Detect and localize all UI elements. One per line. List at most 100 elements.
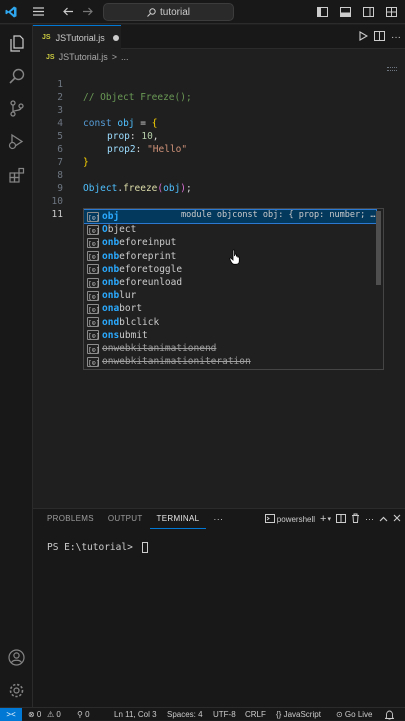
suggestion-item[interactable]: [⊙] onabort — [84, 302, 376, 315]
variable-symbol-icon: [⊙] — [87, 290, 100, 301]
javascript-file-icon: JS — [42, 34, 51, 41]
suggestion-item[interactable]: [⊙] onbeforeunload — [84, 276, 376, 289]
suggestion-rest: eforeinput — [119, 237, 177, 249]
suggestion-label: onbeforeunload — [102, 276, 182, 289]
suggestion-rest: onwebkitanimationiteration — [102, 356, 251, 368]
source-control-icon[interactable] — [0, 92, 33, 125]
suggestion-item[interactable]: [⊙] ondblclick — [84, 316, 376, 329]
run-file-icon[interactable] — [358, 28, 369, 46]
toggle-sidebar-icon[interactable] — [311, 0, 334, 24]
suggestion-match: ons — [102, 329, 120, 341]
suggestion-item[interactable]: [⊙] onbeforeinput — [84, 236, 376, 249]
suggestion-item[interactable]: [⊙] onwebkitanimationend — [84, 342, 376, 355]
toggle-panel-icon[interactable] — [334, 0, 357, 24]
vscode-logo-icon — [0, 0, 22, 24]
code-line: 10 obj.prop = 20; — [33, 182, 405, 220]
terminal-cursor — [141, 542, 148, 553]
breadcrumb-file[interactable]: JSTutorial.js — [59, 52, 108, 62]
accounts-icon[interactable] — [0, 641, 33, 674]
suggestion-match: ond — [102, 316, 120, 328]
code-line: 1 // Object Freeze(); — [33, 65, 405, 103]
suggestion-item[interactable]: [⊙] onblur — [84, 289, 376, 302]
terminal-prompt-line[interactable]: PS E:\tutorial> — [47, 542, 148, 553]
suggestion-item[interactable]: [⊙] onwebkitanimationiteration — [84, 355, 376, 368]
toggle-secondary-sidebar-icon[interactable] — [357, 0, 380, 24]
status-warnings[interactable]: ⚠ 0 — [47, 708, 61, 721]
back-arrow-icon[interactable] — [58, 0, 78, 24]
tab-problems[interactable]: PROBLEMS — [40, 509, 101, 529]
code-line: 8 Object.freeze(obj); — [33, 156, 405, 194]
status-errors[interactable]: ⊗ 0 — [28, 708, 41, 721]
search-text: tutorial — [159, 6, 190, 18]
forward-arrow-icon[interactable] — [78, 0, 98, 24]
manage-gear-icon[interactable] — [0, 674, 33, 707]
suggestion-label: onwebkitanimationend — [102, 342, 216, 355]
breadcrumb-separator: > — [111, 52, 118, 62]
search-icon[interactable] — [0, 59, 33, 92]
explorer-icon[interactable] — [0, 27, 33, 60]
suggestion-detail: module objconst obj: { prop: number; … — [181, 210, 376, 220]
suggestion-label: obj — [102, 210, 119, 223]
suggestion-match: ona — [102, 303, 120, 315]
suggestion-rest: blclick — [119, 316, 160, 328]
terminal-shell-name[interactable]: powershell — [277, 515, 315, 524]
code-line: 7 — [33, 143, 405, 168]
suggestion-label: onbeforeprint — [102, 250, 176, 263]
suggestion-rest: lur — [119, 290, 137, 302]
suggestion-item[interactable]: [⊙] onsubmit — [84, 329, 376, 342]
autocomplete-suggestions[interactable]: [⊙] obj [⊙] Object [⊙] onbeforeinput [⊙] onbefo… — [83, 208, 384, 370]
panel-more-actions-icon[interactable]: ··· — [365, 514, 374, 524]
terminal-prompt: PS E:\tutorial> — [47, 542, 139, 553]
status-go-live[interactable]: ⊙ Go Live — [336, 708, 373, 721]
activity-bar — [0, 25, 33, 707]
suggestion-label: ondblclick — [102, 316, 159, 329]
suggestions-scrollbar[interactable] — [376, 211, 381, 285]
unsaved-dot-icon[interactable] — [112, 34, 119, 41]
customize-layout-icon[interactable] — [380, 0, 403, 24]
status-ports[interactable]: ⚲ 0 — [77, 708, 90, 721]
suggestion-label: Object — [102, 223, 136, 236]
menu-icon[interactable] — [28, 0, 48, 24]
command-center-search[interactable]: tutorial — [103, 3, 234, 21]
status-bar: >< ⊗ 0 ⚠ 0 ⚲ 0 Ln 11, Col 3 Spaces: 4 UT… — [0, 707, 405, 721]
code-line: 3 const obj = { — [33, 91, 405, 129]
tab-terminal[interactable]: TERMINAL — [149, 509, 207, 529]
suggestion-rest: bject — [107, 224, 137, 236]
breadcrumb-rest[interactable]: ... — [121, 52, 129, 62]
tab-output[interactable]: OUTPUT — [101, 509, 150, 529]
new-terminal-icon[interactable]: + — [320, 513, 326, 525]
more-actions-icon[interactable]: ··· — [391, 32, 401, 43]
suggestion-match: obj — [102, 211, 120, 222]
run-debug-icon[interactable] — [0, 125, 33, 158]
code-line: 4 prop: 10, — [33, 104, 405, 142]
suggestion-match: onb — [102, 263, 120, 275]
variable-symbol-icon: [⊙] — [87, 343, 100, 354]
panel-more-icon[interactable]: ··· — [206, 509, 230, 529]
variable-symbol-icon: [⊙] — [87, 264, 100, 275]
tab-jstutorial[interactable]: JS JSTutorial.js — [33, 25, 121, 49]
suggestion-item[interactable]: [⊙] Object — [84, 223, 376, 236]
editor-tab-bar: JS JSTutorial.js ··· — [33, 25, 405, 49]
split-terminal-icon[interactable] — [336, 513, 346, 525]
suggestion-rest: bort — [119, 303, 143, 315]
remote-indicator-icon[interactable]: >< — [0, 708, 22, 721]
status-cursor-position[interactable]: Ln 11, Col 3 — [114, 708, 157, 721]
status-language[interactable]: {} JavaScript — [276, 708, 321, 721]
terminal-dropdown-icon[interactable]: ▾ — [327, 515, 331, 523]
status-indentation[interactable]: Spaces: 4 — [167, 708, 203, 721]
suggestion-label: onbeforetoggle — [102, 263, 182, 276]
suggestion-label: onblur — [102, 289, 136, 302]
variable-symbol-icon: [⊙] — [87, 317, 100, 328]
status-eol[interactable]: CRLF — [245, 708, 266, 721]
terminal-shell-icon — [264, 513, 275, 525]
close-panel-icon[interactable] — [393, 514, 401, 524]
hand-pointer-cursor-icon — [229, 249, 241, 270]
extensions-icon[interactable] — [0, 158, 33, 191]
maximize-panel-icon[interactable] — [379, 514, 388, 524]
status-encoding[interactable]: UTF-8 — [213, 708, 236, 721]
variable-symbol-icon: [⊙] — [87, 211, 100, 222]
suggestion-match: onb — [102, 290, 120, 302]
notifications-bell-icon[interactable] — [384, 708, 395, 721]
split-editor-icon[interactable] — [374, 28, 385, 46]
kill-terminal-icon[interactable] — [351, 513, 360, 525]
